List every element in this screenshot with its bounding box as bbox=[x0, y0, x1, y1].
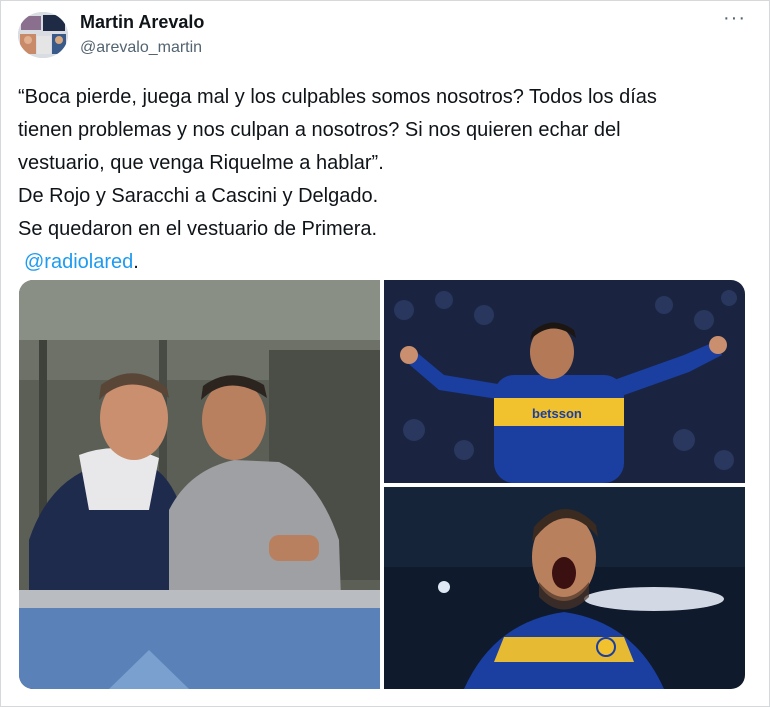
mention-link[interactable]: @radiolared bbox=[24, 251, 133, 273]
photo-celebration[interactable] bbox=[384, 487, 745, 689]
tweet-line: vestuario, que venga Riquelme a hablar”. bbox=[18, 152, 384, 174]
avatar[interactable] bbox=[18, 12, 68, 58]
tweet-line: Se quedaron en el vestuario de Primera. bbox=[18, 218, 378, 240]
shirt-sponsor: betsson bbox=[532, 406, 582, 421]
photo-rojo[interactable]: betsson bbox=[384, 280, 745, 483]
tweet-mention-line: @radiolared. bbox=[18, 246, 753, 279]
tweet-line: “Boca pierde, juega mal y los culpables … bbox=[18, 86, 657, 108]
ellipsis-icon[interactable]: ··· bbox=[723, 7, 746, 30]
photo-stadium-box[interactable] bbox=[19, 280, 380, 689]
tweet-text: “Boca pierde, juega mal y los culpables … bbox=[18, 81, 753, 279]
mention-suffix: . bbox=[133, 251, 139, 273]
author-name[interactable]: Martin Arevalo bbox=[80, 12, 204, 33]
tweet-card: Martin Arevalo @arevalo_martin ··· “Boca… bbox=[0, 0, 770, 707]
tweet-line: De Rojo y Saracchi a Cascini y Delgado. bbox=[18, 185, 379, 207]
tweet-line: tienen problemas y nos culpan a nosotros… bbox=[18, 119, 621, 141]
author-handle[interactable]: @arevalo_martin bbox=[80, 39, 202, 57]
media-grid: betsson bbox=[19, 280, 745, 689]
